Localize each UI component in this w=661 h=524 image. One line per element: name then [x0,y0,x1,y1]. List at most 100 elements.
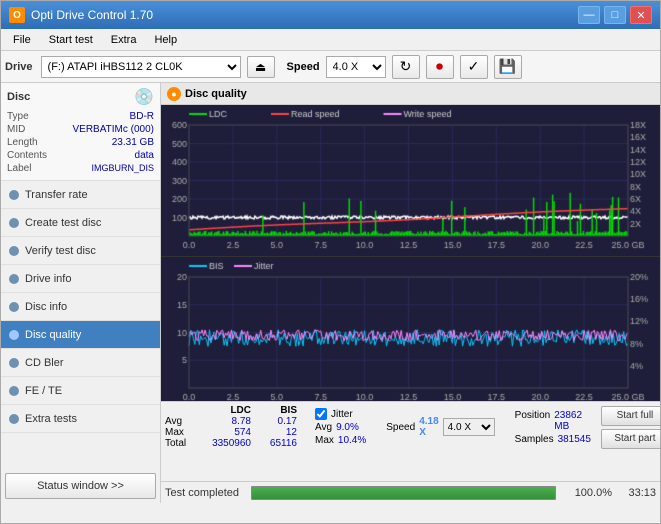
progress-bar-container: Test completed 100.0% 33:13 [161,481,660,503]
disc-header: Disc 💿 [7,87,154,107]
sidebar-item-create-test-disc[interactable]: Create test disc [1,209,160,237]
toolbar: Drive (F:) ATAPI iHBS112 2 CL0K ⏏ Speed … [1,51,660,83]
menu-help[interactable]: Help [146,32,185,48]
start-part-button[interactable]: Start part [601,429,660,449]
speed-section: Speed 4.18 X 4.0 X [386,416,494,438]
progress-percent: 100.0% [562,487,612,499]
refresh-button[interactable]: ↻ [392,55,420,79]
action-buttons: Start full Start part [601,406,660,449]
sidebar: Disc 💿 Type BD-R MID VERBATIMc (000) Len… [1,83,161,503]
jitter-label: Jitter [331,409,353,420]
total-bis: 65116 [251,438,297,449]
nav-items: Transfer rate Create test disc Verify te… [1,181,160,433]
samples-label: Samples [515,434,554,445]
drive-select[interactable]: (F:) ATAPI iHBS112 2 CL0K [41,56,241,78]
menu-bar: File Start test Extra Help [1,29,660,51]
disc-length-value: 23.31 GB [112,137,154,148]
disc-mid-row: MID VERBATIMc (000) [7,124,154,135]
nav-label: Create test disc [25,217,101,229]
nav-dot [9,414,19,424]
position-label: Position [515,410,551,432]
progress-bar-fill [252,487,555,499]
position-section: Position 23862 MB Samples 381545 [515,410,591,445]
sidebar-item-drive-info[interactable]: Drive info [1,265,160,293]
jitter-section: Jitter Avg 9.0% Max 10.4% [315,408,366,446]
max-ldc: 574 [203,427,251,438]
nav-label: Drive info [25,273,71,285]
disc-label-label: Label [7,163,31,174]
maximize-button[interactable]: □ [604,6,626,24]
nav-label: Disc quality [25,329,81,341]
avg-ldc: 8.78 [203,416,251,427]
sidebar-item-extra-tests[interactable]: Extra tests [1,405,160,433]
stats-table: LDC BIS Avg 8.78 0.17 Max 574 12 Total 3… [165,405,297,449]
stats-bar: LDC BIS Avg 8.78 0.17 Max 574 12 Total 3… [161,401,660,481]
drive-label: Drive [5,61,33,73]
speed-select-stat[interactable]: 4.0 X [443,418,495,436]
position-value: 23862 MB [554,410,591,432]
avg-bis: 0.17 [251,416,297,427]
minimize-button[interactable]: — [578,6,600,24]
disc-quality-title: Disc quality [185,88,247,100]
disc-info-panel: Disc 💿 Type BD-R MID VERBATIMc (000) Len… [1,83,160,181]
col-bis-header: BIS [251,405,297,416]
menu-start-test[interactable]: Start test [41,32,101,48]
sidebar-item-verify-test-disc[interactable]: Verify test disc [1,237,160,265]
title-bar-left: O Opti Drive Control 1.70 [9,7,153,23]
nav-label: CD Bler [25,357,64,369]
nav-dot [9,190,19,200]
total-label: Total [165,438,203,449]
max-label: Max [165,427,203,438]
speed-label-stat: Speed [386,422,415,433]
total-ldc: 3350960 [203,438,251,449]
bis-chart [161,257,660,401]
disc-type-row: Type BD-R [7,111,154,122]
jitter-checkbox[interactable] [315,408,327,420]
disc-icon: 💿 [134,87,154,107]
sidebar-item-cd-bler[interactable]: CD Bler [1,349,160,377]
app-title: Opti Drive Control 1.70 [31,8,153,22]
bis-canvas [161,257,660,401]
eject-button[interactable]: ⏏ [247,56,275,78]
verify-button[interactable]: ✓ [460,55,488,79]
title-controls: — □ ✕ [578,6,652,24]
disc-label-row: Label IMGBURN_DIS [7,163,154,174]
nav-label: Disc info [25,301,67,313]
disc-label-value: IMGBURN_DIS [91,163,154,174]
avg-label: Avg [165,416,203,427]
nav-dot [9,218,19,228]
disc-quality-icon: ● [167,87,181,101]
jitter-max-label: Max [315,435,334,446]
disc-type-value: BD-R [130,111,154,122]
menu-file[interactable]: File [5,32,39,48]
status-window-button[interactable]: Status window >> [5,473,156,499]
sidebar-item-fe-te[interactable]: FE / TE [1,377,160,405]
col-empty [165,405,203,416]
save-button[interactable]: 💾 [494,55,522,79]
jitter-avg: 9.0% [336,422,359,433]
ldc-chart [161,105,660,257]
disc-contents-value: data [135,150,154,161]
status-text: Test completed [165,487,245,499]
speed-label: Speed [287,61,320,73]
content-area: ● Disc quality LDC BIS Avg 8.78 [161,83,660,503]
nav-dot [9,246,19,256]
main-layout: Disc 💿 Type BD-R MID VERBATIMc (000) Len… [1,83,660,503]
disc-mid-value: VERBATIMc (000) [73,124,155,135]
sidebar-item-disc-quality[interactable]: Disc quality [1,321,160,349]
close-button[interactable]: ✕ [630,6,652,24]
menu-extra[interactable]: Extra [103,32,145,48]
nav-dot [9,274,19,284]
progress-time: 33:13 [618,487,656,499]
record-button[interactable]: ⏺ [426,55,454,79]
app-icon: O [9,7,25,23]
nav-label: Transfer rate [25,189,88,201]
disc-contents-row: Contents data [7,150,154,161]
sidebar-item-disc-info[interactable]: Disc info [1,293,160,321]
nav-label: FE / TE [25,385,62,397]
sidebar-item-transfer-rate[interactable]: Transfer rate [1,181,160,209]
max-bis: 12 [251,427,297,438]
start-full-button[interactable]: Start full [601,406,660,426]
speed-select[interactable]: 4.0 X [326,56,386,78]
disc-length-label: Length [7,137,38,148]
